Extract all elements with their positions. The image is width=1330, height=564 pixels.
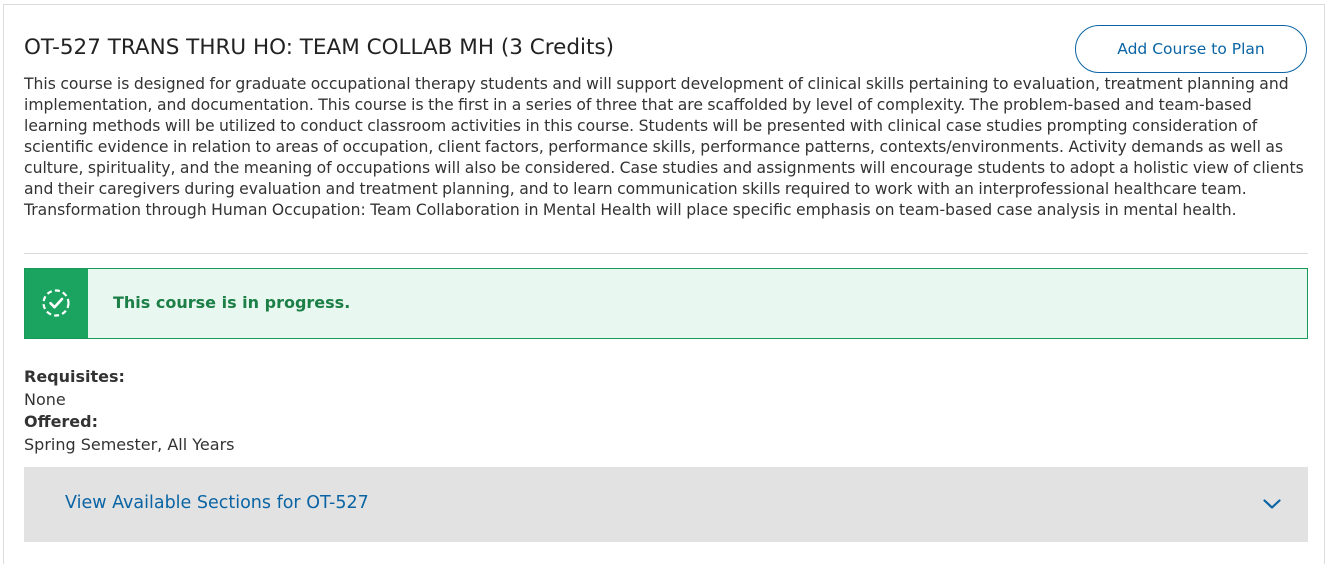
view-sections-label[interactable]: View Available Sections for OT-527: [65, 493, 369, 513]
offered-label: Offered:: [24, 412, 99, 431]
status-message: This course is in progress.: [113, 293, 351, 312]
divider: [24, 253, 1308, 254]
status-icon-box: [25, 269, 88, 338]
chevron-down-icon[interactable]: [1262, 497, 1282, 511]
requisites-value: None: [24, 389, 66, 409]
course-card: OT-527 TRANS THRU HO: TEAM COLLAB MH (3 …: [3, 4, 1325, 564]
course-description: This course is designed for graduate occ…: [24, 75, 1304, 219]
course-details: Requisites: None Offered: Spring Semeste…: [24, 366, 234, 456]
course-title: OT-527 TRANS THRU HO: TEAM COLLAB MH (3 …: [24, 35, 614, 60]
status-banner: This course is in progress.: [24, 268, 1308, 339]
offered-value: Spring Semester, All Years: [24, 434, 235, 454]
progress-check-icon: [42, 289, 70, 317]
view-sections-accordion[interactable]: View Available Sections for OT-527: [24, 467, 1308, 542]
add-course-to-plan-button[interactable]: Add Course to Plan: [1075, 25, 1307, 73]
requisites-label: Requisites:: [24, 367, 125, 386]
